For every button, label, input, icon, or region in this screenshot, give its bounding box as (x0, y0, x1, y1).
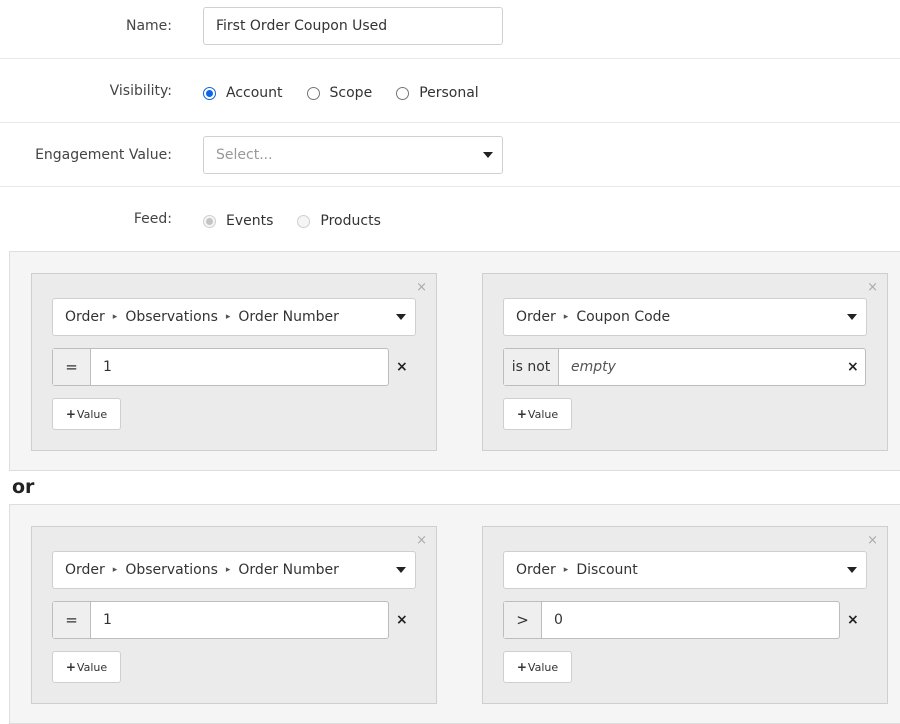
field-path-select[interactable]: Order ▸ Coupon Code (503, 298, 867, 336)
add-value-button[interactable]: + Value (503, 398, 572, 430)
radio-checked-icon[interactable] (203, 86, 216, 100)
value-input[interactable]: 1 (91, 602, 112, 638)
path-segment: Order (516, 562, 556, 578)
path-separator-icon: ▸ (563, 312, 569, 322)
close-icon[interactable]: × (867, 534, 878, 547)
plus-icon: + (65, 407, 76, 421)
add-value-button[interactable]: + Value (52, 651, 121, 683)
value-input[interactable]: 0 (542, 602, 563, 638)
chevron-down-icon (396, 567, 406, 573)
name-input[interactable] (203, 7, 503, 45)
operator-button[interactable]: is not (504, 349, 559, 385)
chevron-down-icon (483, 152, 493, 158)
radio-label: Scope (329, 85, 373, 101)
path-segment: Order (516, 309, 556, 325)
path-segment: Coupon Code (576, 309, 671, 325)
name-row: Name: (0, 0, 900, 59)
path-segment: Discount (576, 562, 638, 578)
visibility-row: Visibility: Account Scope Personal (0, 59, 900, 123)
add-value-label: Value (527, 407, 559, 421)
condition-group: × Order ▸ Observations ▸ Order Number = … (9, 251, 900, 471)
add-value-button[interactable]: + Value (52, 398, 121, 430)
path-segment: Order (65, 309, 105, 325)
value-input[interactable]: empty (559, 349, 616, 385)
visibility-option-personal[interactable]: Personal (396, 85, 479, 101)
radio-label: Personal (419, 85, 479, 101)
visibility-radio-group: Account Scope Personal (203, 85, 503, 101)
condition-input: = 1 (52, 348, 389, 386)
condition-card: × Order ▸ Coupon Code is not empty × + V… (482, 273, 888, 451)
field-path-select[interactable]: Order ▸ Observations ▸ Order Number (52, 298, 416, 336)
engagement-select[interactable]: Select... (203, 136, 503, 174)
path-separator-icon: ▸ (225, 565, 231, 575)
plus-icon: + (516, 660, 527, 674)
close-icon[interactable]: × (867, 281, 878, 294)
add-value-label: Value (76, 660, 108, 674)
path-segment: Order (65, 562, 105, 578)
radio-label: Account (226, 85, 283, 101)
or-label: or (12, 476, 35, 498)
engagement-placeholder: Select... (216, 147, 273, 163)
add-value-label: Value (527, 660, 559, 674)
path-separator-icon: ▸ (112, 565, 118, 575)
close-icon[interactable]: × (416, 281, 427, 294)
path-separator-icon: ▸ (112, 312, 118, 322)
condition-input: > 0 (503, 601, 840, 639)
chevron-down-icon (396, 314, 406, 320)
path-segment: Observations (125, 562, 218, 578)
remove-icon[interactable]: × (396, 613, 408, 627)
radio-unchecked-icon[interactable] (306, 86, 320, 100)
add-value-label: Value (76, 407, 108, 421)
field-path-select[interactable]: Order ▸ Discount (503, 551, 867, 589)
chevron-down-icon (847, 314, 857, 320)
visibility-option-scope[interactable]: Scope (306, 85, 373, 101)
operator-button[interactable]: > (504, 602, 542, 638)
path-segment: Order Number (238, 562, 339, 578)
condition-card: × Order ▸ Observations ▸ Order Number = … (31, 273, 437, 451)
condition-card: × Order ▸ Discount > 0 × + Value (482, 526, 888, 704)
field-path-select[interactable]: Order ▸ Observations ▸ Order Number (52, 551, 416, 589)
engagement-label: Engagement Value: (35, 147, 172, 163)
remove-icon[interactable]: × (847, 360, 859, 374)
feed-row: Feed: Events Products (0, 187, 900, 251)
radio-unchecked-icon[interactable] (297, 214, 311, 228)
operator-button[interactable]: = (53, 349, 91, 385)
radio-checked-icon[interactable] (203, 214, 216, 228)
feed-label: Feed: (133, 211, 172, 227)
condition-card: × Order ▸ Observations ▸ Order Number = … (31, 526, 437, 704)
path-separator-icon: ▸ (225, 312, 231, 322)
condition-input: = 1 (52, 601, 389, 639)
feed-option-products[interactable]: Products (297, 213, 381, 229)
remove-icon[interactable]: × (396, 360, 408, 374)
operator-button[interactable]: = (53, 602, 91, 638)
feed-option-events[interactable]: Events (203, 213, 273, 229)
plus-icon: + (516, 407, 527, 421)
add-value-button[interactable]: + Value (503, 651, 572, 683)
path-segment: Order Number (238, 309, 339, 325)
value-input[interactable]: 1 (91, 349, 112, 385)
name-label: Name: (125, 18, 172, 34)
radio-label: Products (320, 213, 381, 229)
visibility-label: Visibility: (109, 83, 172, 99)
radio-label: Events (226, 213, 274, 229)
condition-input: is not empty (503, 348, 866, 386)
close-icon[interactable]: × (416, 534, 427, 547)
visibility-option-account[interactable]: Account (203, 85, 283, 101)
feed-radio-group: Events Products (203, 213, 405, 229)
condition-group: × Order ▸ Observations ▸ Order Number = … (9, 504, 900, 724)
radio-unchecked-icon[interactable] (396, 86, 410, 100)
chevron-down-icon (847, 567, 857, 573)
remove-icon[interactable]: × (847, 613, 859, 627)
plus-icon: + (65, 660, 76, 674)
path-separator-icon: ▸ (563, 565, 569, 575)
path-segment: Observations (125, 309, 218, 325)
